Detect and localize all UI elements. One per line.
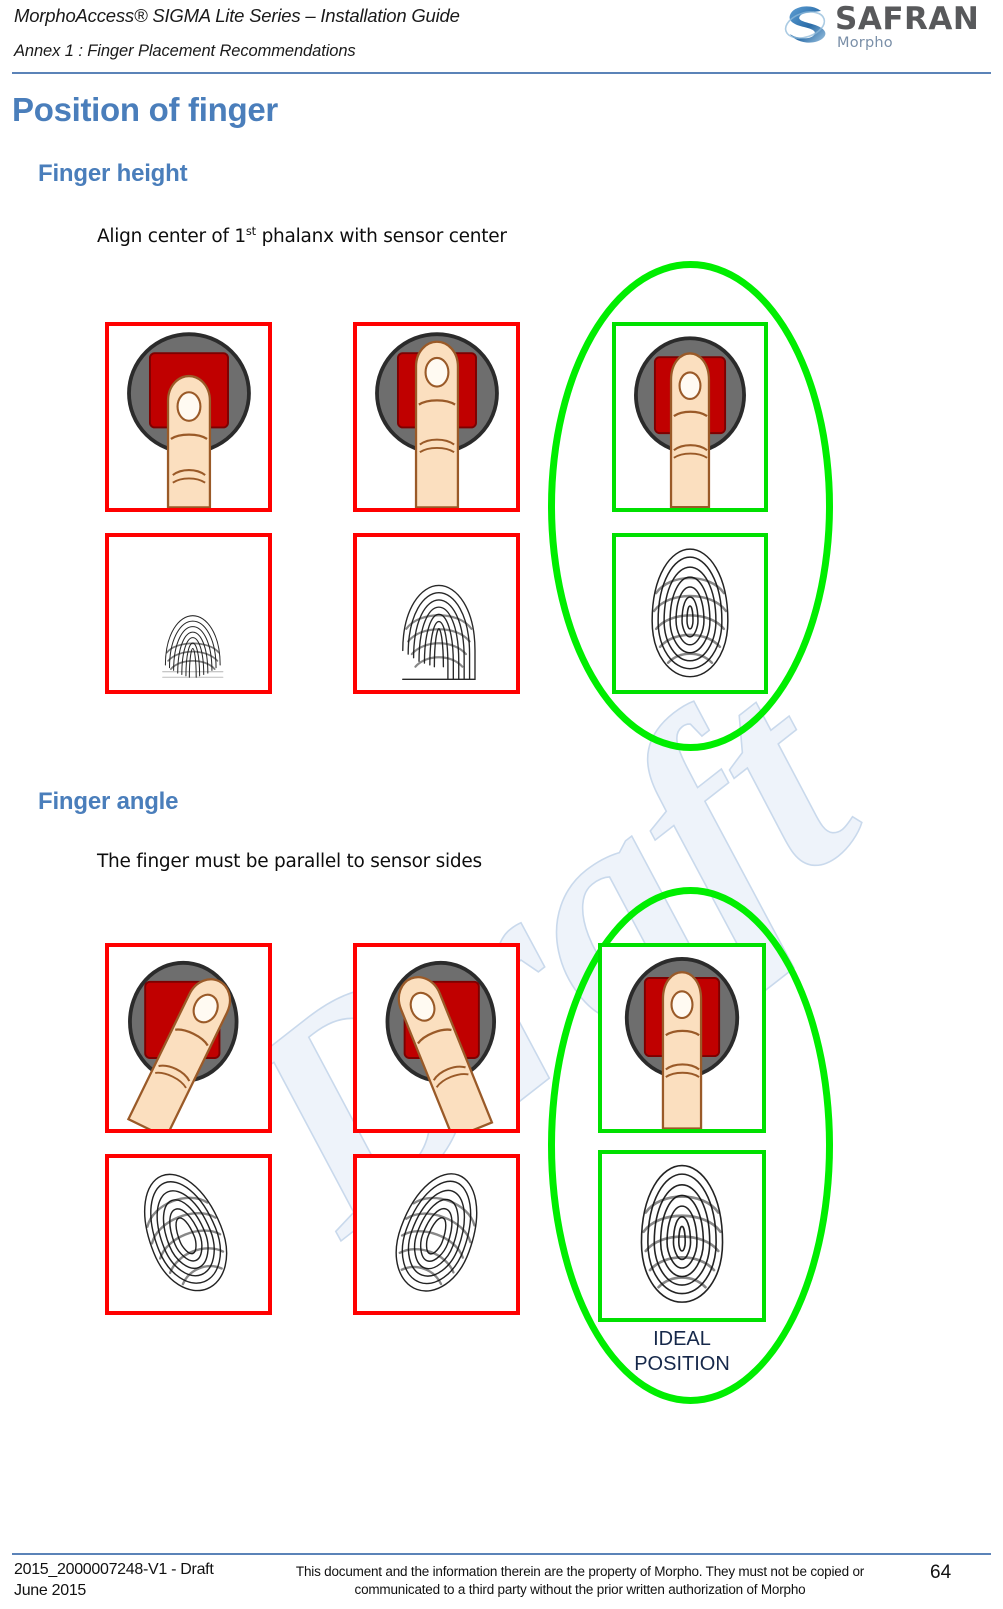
fingerprint-capture [143,1173,228,1292]
sensor-illustration [624,957,740,1129]
safran-morpho-logo: SAFRAN Morpho [783,2,989,58]
header-divider [12,72,991,74]
sensor-illustration [385,960,497,1129]
header-subtitle: Annex 1 : Finger Placement Recommendatio… [14,42,356,60]
fingerprint-capture [402,584,476,681]
fingerprint-panel-angle-ideal [598,1150,766,1322]
instruction-finger-angle: The finger must be parallel to sensor si… [97,851,482,872]
page-header: MorphoAccess® SIGMA Lite Series – Instal… [0,0,1003,76]
sensor-panel-height-too-high [353,322,520,512]
sensor-panel-angle-tilt-right [105,943,272,1133]
fingerprint-panel-angle-tilt-left [353,1154,520,1315]
sensor-panel-angle-tilt-left [353,943,520,1133]
fingerprint-capture [651,548,729,678]
logo-subbrand: Morpho [837,35,893,51]
header-title: MorphoAccess® SIGMA Lite Series – Instal… [14,5,460,26]
ideal-position-label: IDEAL POSITION [634,1328,730,1375]
footer-doc-id: 2015_2000007248-V1 - Draft [14,1561,214,1578]
footer-confidentiality-notice: This document and the information therei… [295,1564,865,1597]
sensor-panel-angle-ideal [598,943,766,1133]
section-heading-finger-height: Finger height [38,160,188,187]
fingerprint-panel-height-ideal [612,533,768,694]
footer-document-ref: 2015_2000007248-V1 - Draft June 2015 [14,1559,214,1601]
safran-swirl-icon [784,6,826,43]
instruction-suffix: phalanx with sensor center [255,226,507,248]
footer-divider [12,1553,991,1555]
sensor-illustration [375,332,499,508]
fingerprint-panel-angle-tilt-right [105,1154,272,1315]
fingerprint-capture [640,1164,724,1303]
footer-page-number: 64 [930,1562,952,1583]
footer-doc-date: June 2015 [14,1582,87,1599]
sensor-panel-height-too-low [105,322,272,512]
page-title: Position of finger [12,91,278,128]
fingerprint-capture [395,1173,478,1292]
sensor-illustration [127,332,251,508]
fingerprint-panel-height-too-low [105,533,272,694]
fingerprint-capture [162,611,224,681]
instruction-prefix: Align center of 1 [97,226,246,248]
instruction-finger-height: Align center of 1st phalanx with sensor … [97,224,507,247]
sensor-illustration [126,960,239,1129]
sensor-illustration [634,336,746,508]
logo-wordmark: SAFRAN [835,1,980,37]
instruction-ordinal: st [245,224,256,238]
fingerprint-panel-height-too-high [353,533,520,694]
section-heading-finger-angle: Finger angle [38,788,179,815]
sensor-panel-height-ideal [612,322,768,512]
